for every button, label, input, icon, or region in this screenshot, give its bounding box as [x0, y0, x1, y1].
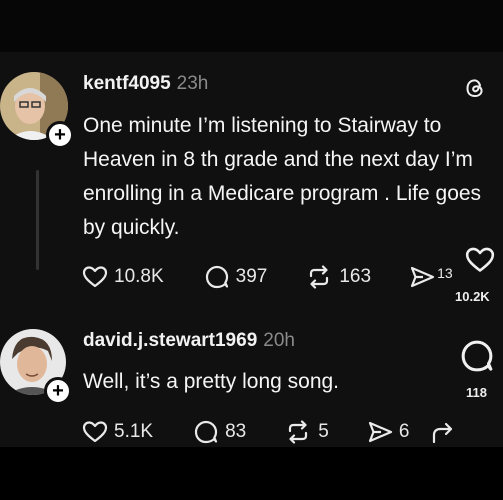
send-icon [410, 266, 435, 288]
follow-plus-icon[interactable]: + [44, 377, 72, 405]
speech-bubble-icon [205, 265, 228, 289]
username-text[interactable]: kentf4095 [83, 73, 171, 94]
post-actions: 5.1K 83 5 6 [82, 420, 461, 444]
share-button[interactable]: 13 [409, 265, 453, 289]
side-share-button[interactable] [431, 420, 461, 444]
heart-icon [82, 421, 108, 443]
share-count: 13 [437, 265, 453, 281]
post-username[interactable]: kentf4095 23h [83, 73, 208, 95]
post-timestamp: 23h [176, 73, 209, 94]
side-reply-count: 118 [466, 385, 487, 400]
speech-bubble-icon [194, 420, 218, 444]
top-black-border [0, 0, 503, 52]
share-count: 6 [398, 421, 410, 442]
share-arrow-icon [433, 422, 453, 444]
post-body-text: One minute I’m listening to Stairway to … [83, 114, 482, 239]
repost-button[interactable]: 163 [305, 265, 371, 289]
repost-icon [289, 420, 308, 444]
heart-icon[interactable] [464, 246, 496, 279]
post-body-text: Well, it’s a pretty long song. [83, 370, 340, 393]
repost-count: 163 [339, 266, 372, 287]
heart-icon [82, 266, 108, 288]
reply-count: 397 [235, 266, 268, 287]
side-like-count: 10.2K [455, 289, 490, 304]
speech-bubble-icon[interactable] [459, 339, 495, 378]
repost-button[interactable]: 5 [284, 420, 329, 444]
threads-logo-icon[interactable] [463, 76, 487, 105]
like-button[interactable]: 10.8K [82, 265, 164, 289]
share-button[interactable]: 6 [367, 420, 410, 444]
like-button[interactable]: 5.1K [82, 420, 153, 444]
repost-icon [310, 265, 329, 289]
send-icon [368, 421, 392, 443]
username-text[interactable]: david.j.stewart1969 [83, 330, 257, 351]
like-count: 5.1K [114, 421, 154, 442]
thread-connector-line [36, 170, 39, 270]
like-count: 10.8K [114, 266, 164, 287]
bottom-black-border [0, 447, 503, 500]
post-timestamp: 20h [263, 330, 295, 351]
follow-plus-icon[interactable]: + [46, 121, 74, 149]
post-username[interactable]: david.j.stewart1969 20h [83, 330, 295, 352]
reply-count: 83 [225, 421, 247, 442]
post-actions: 10.8K 397 163 13 [82, 265, 453, 289]
reply-button[interactable]: 397 [204, 265, 268, 289]
reply-button[interactable]: 83 [193, 420, 246, 444]
repost-count: 5 [318, 421, 329, 442]
